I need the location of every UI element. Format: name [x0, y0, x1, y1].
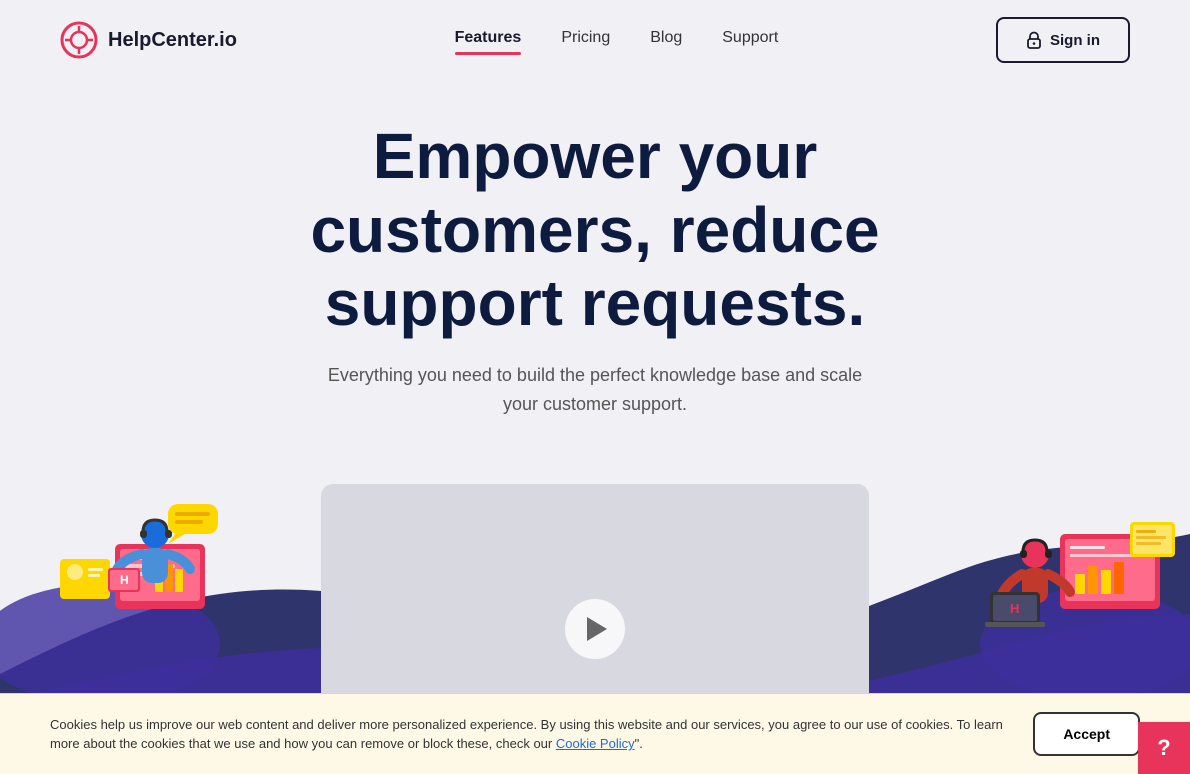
nav-links: Features Pricing Blog Support	[455, 29, 779, 51]
nav-link-support[interactable]: Support	[722, 29, 778, 51]
hero-section: Empower your customers, reduce support r…	[0, 80, 1190, 474]
cookie-text: Cookies help us improve our web content …	[50, 715, 1013, 754]
lock-icon	[1026, 31, 1042, 49]
nav-link-blog[interactable]: Blog	[650, 29, 682, 51]
illustration-right: H	[930, 454, 1190, 694]
svg-text:H: H	[120, 573, 129, 587]
revain-label: ?	[1157, 735, 1170, 761]
sign-in-label: Sign in	[1050, 32, 1100, 49]
sign-in-button[interactable]: Sign in	[996, 17, 1130, 63]
cookie-banner: Cookies help us improve our web content …	[0, 693, 1190, 774]
logo-text: HelpCenter.io	[108, 29, 237, 52]
hero-title: Empower your customers, reduce support r…	[245, 120, 945, 341]
illustration-left: H	[0, 444, 280, 694]
logo-icon	[60, 21, 98, 59]
nav-link-pricing[interactable]: Pricing	[561, 29, 610, 51]
accept-button[interactable]: Accept	[1033, 712, 1140, 756]
nav-link-features[interactable]: Features	[455, 29, 522, 51]
cookie-policy-link[interactable]: Cookie Policy	[556, 736, 635, 751]
svg-text:H: H	[1010, 601, 1019, 616]
revain-widget[interactable]: ?	[1138, 722, 1190, 774]
hero-subtitle: Everything you need to build the perfect…	[325, 361, 865, 419]
play-triangle-icon	[587, 617, 607, 641]
play-button[interactable]	[565, 599, 625, 659]
logo-area[interactable]: HelpCenter.io	[60, 21, 237, 59]
navbar: HelpCenter.io Features Pricing Blog Supp…	[0, 0, 1190, 80]
